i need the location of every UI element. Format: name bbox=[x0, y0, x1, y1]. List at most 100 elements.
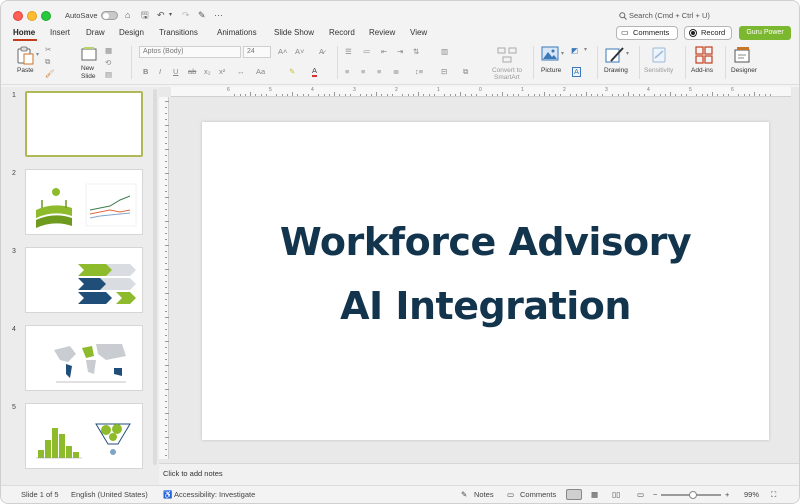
clear-format-icon[interactable]: A̷ bbox=[319, 47, 324, 56]
tab-transitions[interactable]: Transitions bbox=[159, 28, 198, 37]
zoom-level[interactable]: 99% bbox=[744, 490, 759, 499]
tab-review[interactable]: Review bbox=[369, 28, 395, 37]
font-name-select[interactable]: Aptos (Body) bbox=[139, 46, 241, 58]
tab-draw[interactable]: Draw bbox=[86, 28, 105, 37]
slide-title-line-2[interactable]: AI Integration bbox=[202, 284, 769, 328]
superscript-icon[interactable]: x² bbox=[219, 67, 225, 76]
accessibility-status[interactable]: Accessibility: Investigate bbox=[174, 490, 255, 499]
undo-dropdown-icon[interactable]: ▾ bbox=[169, 9, 172, 21]
fit-to-window-icon[interactable]: ⛶ bbox=[771, 490, 776, 500]
sensitivity-icon[interactable] bbox=[651, 46, 667, 64]
font-size-select[interactable]: 24 bbox=[243, 46, 271, 58]
tab-design[interactable]: Design bbox=[119, 28, 144, 37]
cut-icon[interactable]: ✂ bbox=[45, 45, 51, 54]
slide-title-line-1[interactable]: Workforce Advisory bbox=[202, 220, 769, 264]
slide-canvas[interactable]: Workforce Advisory AI Integration bbox=[202, 122, 769, 440]
tab-insert[interactable]: Insert bbox=[50, 28, 70, 37]
reading-view-icon[interactable]: ▯▯ bbox=[612, 490, 620, 499]
redo-icon[interactable]: ↷ bbox=[182, 9, 190, 21]
slide-sorter-icon[interactable]: ▦ bbox=[591, 490, 598, 499]
layout-icon[interactable]: ▦ bbox=[105, 46, 112, 55]
slide-thumbnail-2[interactable] bbox=[25, 169, 143, 235]
language-indicator[interactable]: English (United States) bbox=[71, 490, 148, 499]
customize-icon[interactable]: ✎ bbox=[198, 9, 206, 21]
new-slide-icon[interactable] bbox=[81, 46, 97, 62]
maximize-window-button[interactable] bbox=[41, 11, 51, 21]
copy-icon[interactable]: ⧉ bbox=[45, 57, 50, 67]
accessibility-icon[interactable]: ♿ bbox=[163, 490, 172, 499]
text-direction-icon[interactable]: ⇅ bbox=[413, 47, 419, 56]
save-icon[interactable]: 🖫 bbox=[141, 9, 149, 21]
slide-thumbnail-1[interactable] bbox=[25, 91, 143, 157]
notes-toggle[interactable]: Notes bbox=[474, 490, 494, 499]
drawing-icon[interactable] bbox=[605, 46, 625, 64]
undo-icon[interactable]: ↶ bbox=[157, 9, 165, 21]
drawing-dropdown-icon[interactable]: ▾ bbox=[626, 50, 629, 57]
paste-dropdown-icon[interactable]: ▾ bbox=[36, 51, 39, 58]
italic-icon[interactable]: I bbox=[159, 67, 161, 76]
slide-thumbnail-5[interactable] bbox=[25, 403, 143, 469]
numbering-icon[interactable]: ≔ bbox=[363, 47, 371, 56]
shapes-dropdown-icon[interactable]: ▾ bbox=[584, 46, 587, 53]
change-case-icon[interactable]: Aa bbox=[256, 67, 265, 76]
tab-view[interactable]: View bbox=[410, 28, 427, 37]
align-left-icon[interactable]: ≡ bbox=[345, 67, 349, 76]
justify-icon[interactable]: ≣ bbox=[393, 67, 399, 76]
notes-pane[interactable]: Click to add notes bbox=[159, 463, 799, 485]
thumbnail-scrollbar[interactable] bbox=[153, 89, 157, 465]
slide-thumbnail-4[interactable] bbox=[25, 325, 143, 391]
subscript-icon[interactable]: x₂ bbox=[204, 67, 211, 76]
add-ins-icon[interactable] bbox=[695, 46, 713, 64]
columns-icon[interactable]: ▥ bbox=[441, 47, 448, 56]
close-window-button[interactable] bbox=[13, 11, 23, 21]
increase-font-icon[interactable]: A˄ bbox=[278, 47, 287, 56]
bold-icon[interactable]: B bbox=[143, 67, 148, 76]
reset-icon[interactable]: ⟲ bbox=[105, 58, 111, 67]
search-input[interactable]: Search (Cmd + Ctrl + U) bbox=[629, 11, 710, 20]
text-box-icon[interactable]: A bbox=[572, 67, 582, 77]
decrease-font-icon[interactable]: A˅ bbox=[295, 47, 304, 56]
strikethrough-icon[interactable]: ab bbox=[188, 67, 196, 76]
tab-record[interactable]: Record bbox=[329, 28, 355, 37]
notes-icon[interactable]: ✎ bbox=[461, 490, 467, 499]
zoom-slider-knob[interactable] bbox=[689, 491, 697, 499]
format-painter-icon[interactable]: 🖌 bbox=[45, 69, 55, 78]
home-icon[interactable]: ⌂ bbox=[125, 9, 130, 21]
smartart-icon[interactable] bbox=[497, 46, 517, 64]
comments-button[interactable]: ▭ Comments bbox=[616, 26, 678, 40]
highlight-icon[interactable]: ✎ bbox=[289, 67, 295, 76]
smartart-small-icon[interactable]: ⧉ bbox=[463, 67, 468, 77]
increase-indent-icon[interactable]: ⇥ bbox=[397, 47, 403, 56]
horizontal-ruler[interactable]: 6 5 4 3 2 1 0 1 2 3 4 5 6 bbox=[171, 87, 791, 97]
more-commands-icon[interactable]: ··· bbox=[214, 9, 223, 21]
comments-toggle[interactable]: Comments bbox=[520, 490, 556, 499]
clipboard-icon[interactable] bbox=[16, 46, 34, 65]
slide-thumbnail-3[interactable] bbox=[25, 247, 143, 313]
font-color-icon[interactable]: A bbox=[312, 66, 318, 77]
section-icon[interactable]: ▤ bbox=[105, 70, 112, 79]
notes-placeholder[interactable]: Click to add notes bbox=[163, 469, 223, 478]
vertical-ruler[interactable] bbox=[159, 97, 169, 459]
align-right-icon[interactable]: ≡ bbox=[377, 67, 381, 76]
guru-power-button[interactable]: Guru Power bbox=[739, 26, 791, 40]
align-center-icon[interactable]: ≡ bbox=[361, 67, 365, 76]
shapes-icon[interactable]: ◩ bbox=[571, 46, 578, 55]
minimize-window-button[interactable] bbox=[27, 11, 37, 21]
normal-view-icon[interactable] bbox=[566, 489, 582, 500]
slide-show-icon[interactable]: ▭ bbox=[637, 490, 644, 499]
character-spacing-icon[interactable]: ↔ bbox=[237, 67, 245, 76]
autosave-toggle[interactable] bbox=[101, 11, 118, 20]
tab-animations[interactable]: Animations bbox=[217, 28, 257, 37]
tab-home[interactable]: Home bbox=[13, 28, 35, 37]
bullets-icon[interactable]: ☰ bbox=[345, 47, 352, 56]
comments-icon[interactable]: ▭ bbox=[507, 490, 514, 499]
line-spacing-icon[interactable]: ↕≡ bbox=[415, 67, 423, 76]
align-text-icon[interactable]: ⊟ bbox=[441, 67, 447, 76]
underline-icon[interactable]: U bbox=[173, 67, 178, 76]
picture-dropdown-icon[interactable]: ▾ bbox=[561, 50, 564, 57]
designer-icon[interactable] bbox=[734, 46, 752, 64]
tab-slide-show[interactable]: Slide Show bbox=[274, 28, 314, 37]
record-button[interactable]: Record bbox=[684, 26, 732, 40]
decrease-indent-icon[interactable]: ⇤ bbox=[381, 47, 387, 56]
zoom-in-icon[interactable]: + bbox=[725, 490, 729, 499]
